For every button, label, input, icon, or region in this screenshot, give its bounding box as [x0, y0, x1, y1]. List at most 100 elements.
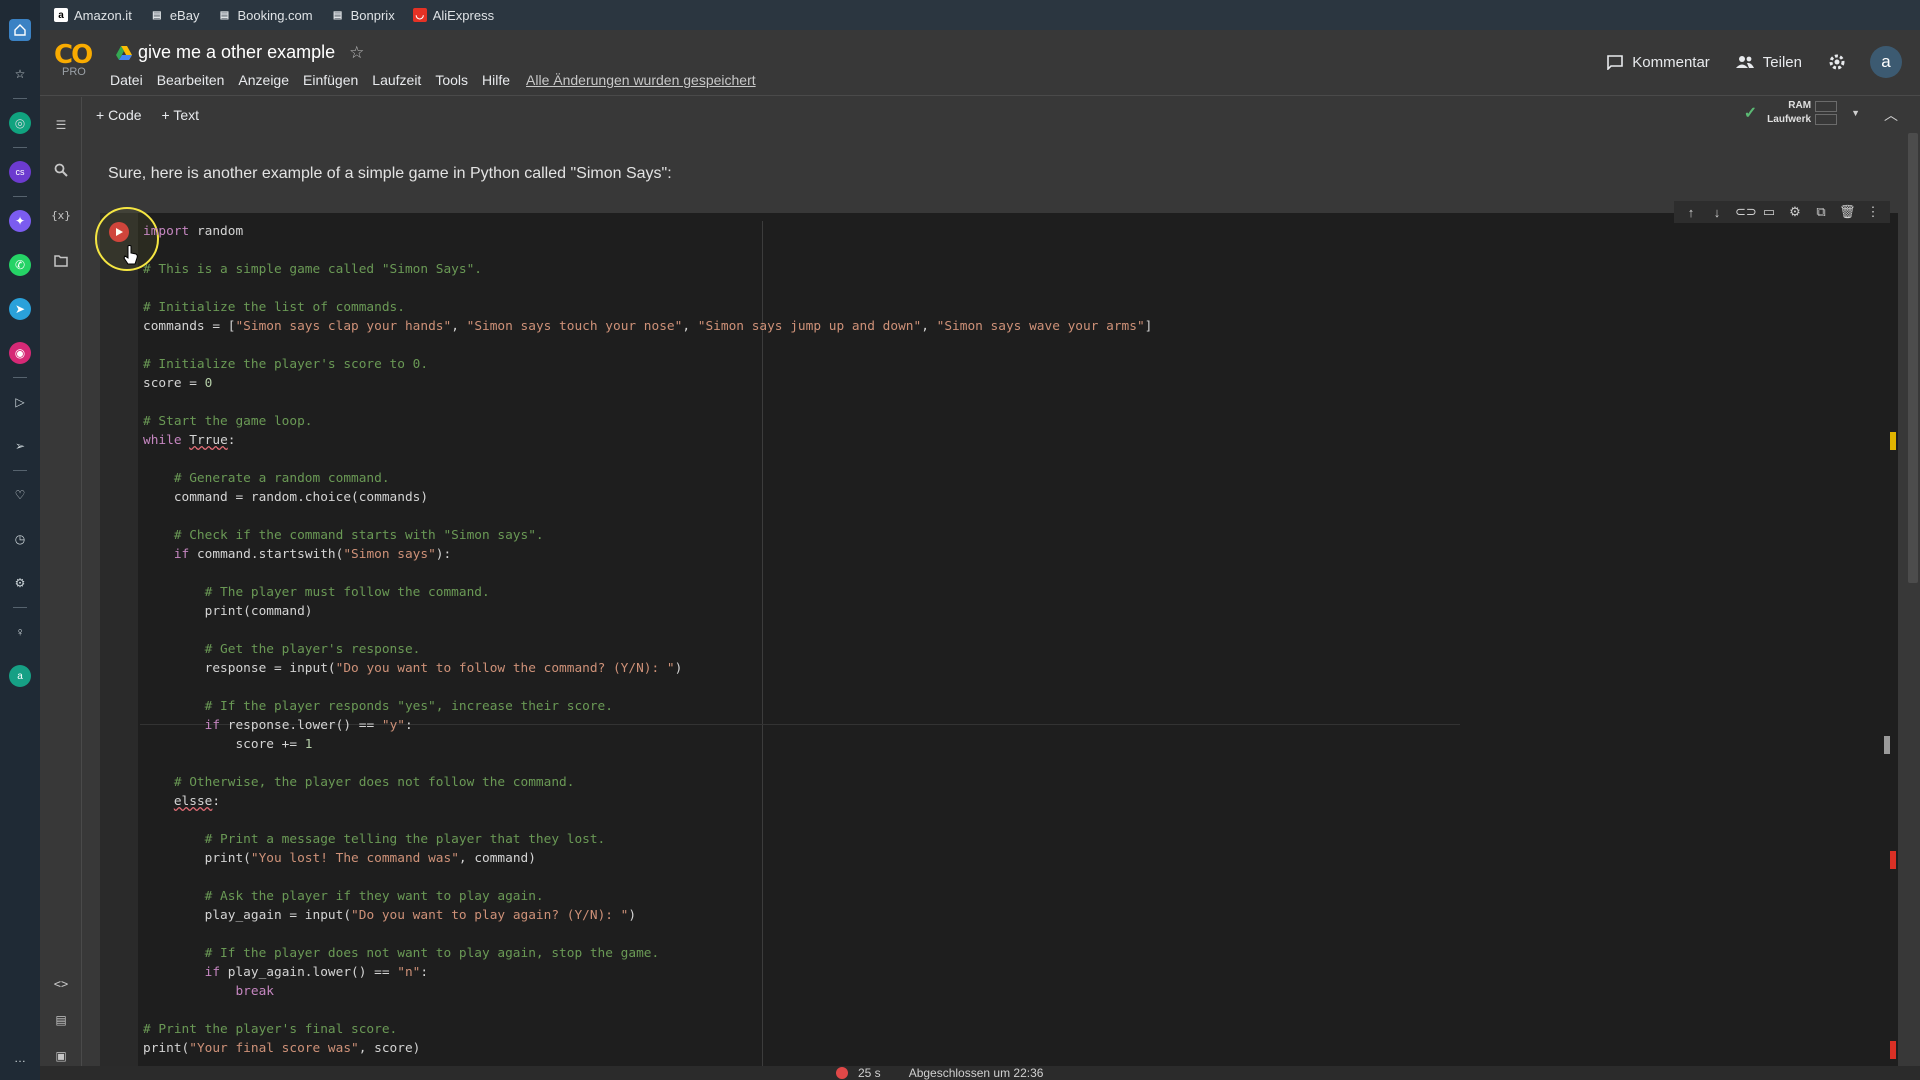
tips-icon[interactable]: ♀: [9, 621, 31, 643]
code-line[interactable]: [143, 336, 1898, 355]
cs-app-icon[interactable]: cs: [9, 161, 31, 183]
code-line[interactable]: score = 0: [143, 374, 1898, 393]
menu-help[interactable]: Hilfe: [482, 72, 510, 88]
code-line[interactable]: [143, 393, 1898, 412]
folder-icon[interactable]: [51, 251, 71, 271]
code-line[interactable]: print("Your final score was", score): [143, 1039, 1898, 1058]
code-line[interactable]: commands = ["Simon says clap your hands"…: [143, 317, 1898, 336]
avatar[interactable]: a: [1870, 46, 1902, 78]
code-line[interactable]: # The player must follow the command.: [143, 583, 1898, 602]
telegram-icon[interactable]: ➤: [9, 298, 31, 320]
code-line[interactable]: break: [143, 982, 1898, 1001]
runtime-status[interactable]: ✓ RAM Laufwerk ▼: [1744, 99, 1860, 127]
whatsapp-icon[interactable]: ✆: [9, 254, 31, 276]
cell-settings-icon[interactable]: ⚙: [1787, 204, 1803, 220]
menu-tools[interactable]: Tools: [435, 72, 468, 88]
code-line[interactable]: while Trrue:: [143, 431, 1898, 450]
code-snippets-icon[interactable]: <>: [51, 974, 71, 994]
move-down-icon[interactable]: ↓: [1709, 205, 1725, 220]
more-icon[interactable]: …: [9, 1047, 31, 1069]
bookmark-ebay[interactable]: ▤ eBay: [150, 8, 199, 23]
colab-logo[interactable]: CO PRO: [54, 40, 98, 86]
chevron-up-icon[interactable]: ︿: [1884, 105, 1898, 125]
code-line[interactable]: # Otherwise, the player does not follow …: [143, 773, 1898, 792]
code-line[interactable]: [143, 868, 1898, 887]
code-line[interactable]: [143, 754, 1898, 773]
code-line[interactable]: [143, 279, 1898, 298]
code-line[interactable]: [143, 925, 1898, 944]
command-palette-icon[interactable]: ▤: [51, 1010, 71, 1030]
code-line[interactable]: [143, 811, 1898, 830]
mirror-cell-icon[interactable]: ⧉: [1813, 204, 1829, 220]
code-line[interactable]: [143, 678, 1898, 697]
code-line[interactable]: import random: [143, 222, 1898, 241]
code-line[interactable]: # Print the player's final score.: [143, 1020, 1898, 1039]
menu-insert[interactable]: Einfügen: [303, 72, 358, 88]
home-icon[interactable]: [9, 19, 31, 41]
save-status-link[interactable]: Alle Änderungen wurden gespeichert: [526, 72, 756, 88]
code-line[interactable]: [143, 621, 1898, 640]
code-line[interactable]: # If the player responds "yes", increase…: [143, 697, 1898, 716]
code-line[interactable]: [143, 1001, 1898, 1020]
heart-icon[interactable]: ♡: [9, 484, 31, 506]
instagram-icon[interactable]: ◉: [9, 342, 31, 364]
menu-edit[interactable]: Bearbeiten: [157, 72, 225, 88]
scrollbar-thumb[interactable]: [1908, 133, 1918, 583]
comment-button[interactable]: Kommentar: [1607, 54, 1710, 71]
notebook-title[interactable]: give me a other example: [138, 42, 335, 63]
code-line[interactable]: command = random.choice(commands): [143, 488, 1898, 507]
chatgpt-icon[interactable]: ◎: [9, 112, 31, 134]
code-line[interactable]: elsse:: [143, 792, 1898, 811]
bookmark-amazon[interactable]: a Amazon.it: [54, 8, 132, 23]
send-icon[interactable]: ➢: [9, 435, 31, 457]
code-line[interactable]: # Print a message telling the player tha…: [143, 830, 1898, 849]
code-line[interactable]: # This is a simple game called "Simon Sa…: [143, 260, 1898, 279]
code-line[interactable]: # If the player does not want to play ag…: [143, 944, 1898, 963]
menu-runtime[interactable]: Laufzeit: [372, 72, 421, 88]
menu-file[interactable]: Datei: [110, 72, 143, 88]
player-icon[interactable]: ▷: [9, 391, 31, 413]
bookmark-aliexpress[interactable]: ◡ AliExpress: [412, 8, 494, 23]
code-line[interactable]: if play_again.lower() == "n":: [143, 963, 1898, 982]
terminal-icon[interactable]: ▣: [51, 1046, 71, 1066]
code-line[interactable]: if command.startswith("Simon says"):: [143, 545, 1898, 564]
search-icon[interactable]: [51, 160, 71, 180]
bookmark-bonprix[interactable]: ▤ Bonprix: [331, 8, 395, 23]
star-icon[interactable]: ☆: [349, 43, 364, 63]
drive-icon[interactable]: [116, 45, 132, 61]
code-line[interactable]: score += 1: [143, 735, 1898, 754]
code-line[interactable]: # Start the game loop.: [143, 412, 1898, 431]
code-line[interactable]: # Check if the command starts with "Simo…: [143, 526, 1898, 545]
move-up-icon[interactable]: ↑: [1683, 205, 1699, 220]
gear-icon[interactable]: ⚙: [9, 572, 31, 594]
share-button[interactable]: Teilen: [1735, 54, 1802, 71]
bookmark-booking[interactable]: ▤ Booking.com: [217, 8, 313, 23]
code-line[interactable]: response = input("Do you want to follow …: [143, 659, 1898, 678]
more-vert-icon[interactable]: ⋮: [1865, 204, 1881, 220]
menu-view[interactable]: Anzeige: [238, 72, 289, 88]
delete-icon[interactable]: 🗑: [1839, 204, 1856, 220]
code-line[interactable]: play_again = input("Do you want to play …: [143, 906, 1898, 925]
chevron-down-icon[interactable]: ▼: [1851, 108, 1860, 118]
code-line[interactable]: # Ask the player if they want to play ag…: [143, 887, 1898, 906]
code-line[interactable]: [143, 241, 1898, 260]
messenger-icon[interactable]: ✦: [9, 210, 31, 232]
notebook-scrollbar[interactable]: [1906, 133, 1920, 1066]
aria-icon[interactable]: a: [9, 665, 31, 687]
add-text-button[interactable]: + Text: [162, 107, 200, 123]
code-editor[interactable]: import random # This is a simple game ca…: [143, 222, 1898, 1058]
execution-status[interactable]: 25 s Abgeschlossen um 22:36: [836, 1066, 1043, 1080]
code-line[interactable]: [143, 564, 1898, 583]
toc-icon[interactable]: ☰: [51, 115, 71, 135]
code-line[interactable]: # Generate a random command.: [143, 469, 1898, 488]
add-code-button[interactable]: + Code: [96, 107, 142, 123]
code-line[interactable]: if response.lower() == "y":: [143, 716, 1898, 735]
text-cell[interactable]: Sure, here is another example of a simpl…: [108, 165, 672, 183]
code-line[interactable]: # Initialize the list of commands.: [143, 298, 1898, 317]
link-icon[interactable]: ⊂⊃: [1735, 204, 1757, 220]
code-line[interactable]: print(command): [143, 602, 1898, 621]
variables-icon[interactable]: {x}: [51, 205, 71, 225]
code-line[interactable]: print("You lost! The command was", comma…: [143, 849, 1898, 868]
history-icon[interactable]: ◷: [9, 528, 31, 550]
code-line[interactable]: [143, 450, 1898, 469]
